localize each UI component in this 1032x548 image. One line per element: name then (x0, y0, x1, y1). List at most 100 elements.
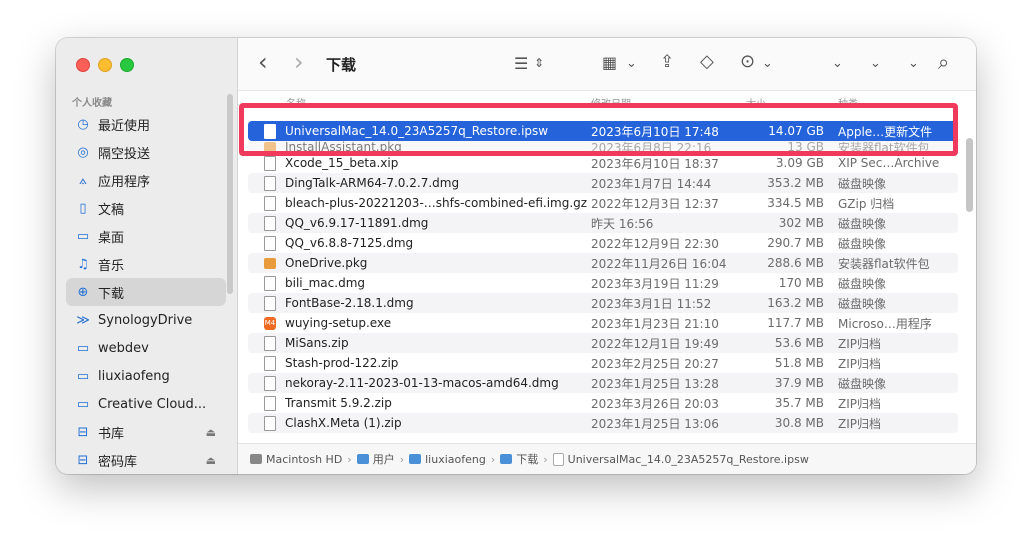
dropdown-chevron-icon[interactable]: ⌄ (908, 56, 919, 71)
column-name[interactable]: 名称 (286, 95, 306, 110)
column-size[interactable]: 大小 (746, 95, 766, 110)
sidebar-item[interactable]: ⊟ 密码库 ⏏ (66, 446, 226, 474)
zoom-button[interactable] (120, 58, 134, 72)
forward-button[interactable]: › (294, 48, 304, 76)
table-row[interactable]: OneDrive.pkg 2022年11月26日 16:04 288.6 MB 安装器… (248, 253, 958, 273)
sidebar-item-label: 最近使用 (98, 118, 151, 134)
table-row[interactable]: DingTalk-ARM64-7.0.2.7.dmg 2023年1月7日 14:4… (248, 173, 958, 193)
sidebar-item-label: 书库 (98, 426, 125, 442)
file-list-scrollbar[interactable] (966, 138, 973, 212)
airdrop-icon: ◎ (77, 144, 89, 160)
view-list-icon[interactable]: ☰ (514, 54, 528, 73)
table-row[interactable]: Stash-prod-122.zip 2023年2月25日 20:27 51.8 M… (248, 353, 958, 373)
file-icon (264, 375, 276, 391)
file-kind: 磁盘映像 (838, 236, 887, 251)
table-row[interactable]: QQ_v6.9.17-11891.dmg 昨天 16:56 302 MB 磁盘映像 (248, 213, 958, 233)
file-date: 2023年1月23日 21:10 (591, 316, 719, 331)
file-kind: 磁盘映像 (838, 176, 887, 191)
file-date: 2023年3月1日 11:52 (591, 296, 712, 311)
path-bar: Macintosh HD › 用户 › liuxiaofeng › 下载 › Universal… (238, 443, 976, 474)
file-name: OneDrive.pkg (285, 256, 368, 270)
table-row[interactable]: InstallAssistant.pkg 2023年6月8日 22:16 13 GB… (248, 141, 958, 153)
sidebar-scrollbar[interactable] (227, 94, 233, 294)
file-name: bleach-plus-20221203-…shfs-combined-efi.… (285, 196, 588, 210)
toolbar: ‹ › 下载 ☰ ⇕ ▦ ⌄ ⇪ ◇ ⊙ ⌄ ⌄ ⌄ ⌄ ⌕ (238, 38, 976, 91)
file-name: Stash-prod-122.zip (285, 356, 399, 370)
sidebar-item-label: SynologyDrive (98, 312, 193, 328)
group-chevron-icon[interactable]: ⌄ (626, 56, 637, 71)
tag-icon[interactable]: ◇ (700, 51, 714, 72)
file-name: ClashX.Meta (1).zip (285, 416, 402, 430)
table-row[interactable]: bleach-plus-20221203-…shfs-combined-efi.… (248, 193, 958, 213)
file-date: 2023年1月25日 13:06 (591, 416, 719, 431)
path-crumb[interactable]: 下载 (500, 451, 538, 467)
file-name: UniversalMac_14.0_23A5257q_Restore.ipsw (285, 124, 549, 138)
more-actions-icon[interactable]: ⊙ (740, 51, 755, 72)
file-name: Xcode_15_beta.xip (285, 156, 399, 170)
folder-icon: ▭ (76, 340, 90, 356)
file-size: 35.7 MB (774, 396, 824, 410)
back-button[interactable]: ‹ (258, 48, 268, 76)
file-icon (264, 335, 276, 351)
table-row[interactable]: M4 wuying-setup.exe 2023年1月23日 21:10 117.7 … (248, 313, 958, 333)
file-size: 53.6 MB (774, 336, 824, 350)
folder-icon (356, 454, 369, 464)
finder-window: 个人收藏 ◷ 最近使用 ◎ 隔空投送 ⟑ 应用程序 ▯ 文稿 ▭ 桌面 ♫ 音乐 ⊕ 下载 ≫ Synolog… (56, 38, 976, 474)
table-row[interactable]: nekoray-2.11-2023-01-13-macos-amd64.dmg 2… (248, 373, 958, 393)
file-date: 2023年6月10日 17:48 (591, 124, 719, 139)
file-date: 2023年3月19日 11:29 (591, 276, 719, 291)
group-icon[interactable]: ▦ (602, 53, 617, 72)
sidebar-item[interactable]: ◷ 最近使用 (66, 110, 226, 138)
table-row[interactable]: FontBase-2.18.1.dmg 2023年3月1日 11:52 163.2 … (248, 293, 958, 313)
sidebar-item[interactable]: ▭ webdev (66, 334, 226, 362)
folder-icon (409, 454, 422, 464)
sidebar-item[interactable]: ⊕ 下载 (66, 278, 226, 306)
sidebar-item[interactable]: ≫ SynologyDrive (66, 306, 226, 334)
eject-icon[interactable]: ⏏ (206, 454, 216, 467)
table-row[interactable]: Transmit 5.9.2.zip 2023年3月26日 20:03 35.7 M… (248, 393, 958, 413)
sidebar-item[interactable]: ⟑ 应用程序 (66, 166, 226, 194)
dropdown-chevron-icon[interactable]: ⌄ (832, 56, 843, 71)
sidebar-item[interactable]: ▭ 桌面 (66, 222, 226, 250)
table-row[interactable]: MiSans.zip 2022年12月1日 19:49 53.6 MB ZIP归档 (248, 333, 958, 353)
folder-icon (500, 454, 513, 464)
search-icon[interactable]: ⌕ (938, 50, 949, 74)
sidebar-item[interactable]: ◎ 隔空投送 (66, 138, 226, 166)
path-crumb[interactable]: Macintosh HD (250, 453, 342, 466)
path-crumb[interactable]: UniversalMac_14.0_23A5257q_Restore.ipsw (552, 452, 809, 466)
more-chevron-icon[interactable]: ⌄ (762, 56, 773, 71)
sidebar-item[interactable]: ⊟ 书库 ⏏ (66, 418, 226, 446)
file-kind: 磁盘映像 (838, 376, 887, 391)
table-row[interactable]: Xcode_15_beta.xip 2023年6月10日 18:37 3.09 GB… (248, 153, 958, 173)
path-crumb[interactable]: 用户 (356, 451, 395, 467)
sidebar-item[interactable]: ▯ 文稿 (66, 194, 226, 222)
column-kind[interactable]: 种类 (838, 95, 858, 110)
dropdown-chevron-icon[interactable]: ⌄ (870, 56, 881, 71)
file-kind: Microso…用程序 (838, 316, 932, 331)
file-name: FontBase-2.18.1.dmg (285, 296, 414, 310)
eject-icon[interactable]: ⏏ (206, 426, 216, 439)
sidebar-item-label: 音乐 (98, 258, 125, 274)
share-icon[interactable]: ⇪ (660, 52, 674, 72)
table-row[interactable]: ClashX.Meta (1).zip 2023年1月25日 13:06 30.8 … (248, 413, 958, 433)
table-row[interactable]: QQ_v6.8.8-7125.dmg 2022年12月9日 22:30 290.7 … (248, 233, 958, 253)
file-icon (552, 452, 564, 466)
column-date[interactable]: 修改日期 (591, 95, 631, 110)
minimize-button[interactable] (98, 58, 112, 72)
path-separator-icon: › (347, 452, 352, 466)
path-crumb-label: UniversalMac_14.0_23A5257q_Restore.ipsw (567, 452, 809, 466)
sidebar-item[interactable]: ♫ 音乐 (66, 250, 226, 278)
sidebar-item[interactable]: ▭ liuxiaofeng (66, 362, 226, 390)
sidebar-item[interactable]: ▭ Creative Cloud... (66, 390, 226, 418)
file-size: 14.07 GB (768, 124, 824, 138)
view-options-chevron-icon[interactable]: ⇕ (534, 56, 544, 70)
table-row[interactable]: bili_mac.dmg 2023年3月19日 11:29 170 MB 磁盘映像 (248, 273, 958, 293)
file-size: 13 GB (787, 141, 824, 153)
file-name: bili_mac.dmg (285, 276, 365, 290)
table-row[interactable]: UniversalMac_14.0_23A5257q_Restore.ipsw 2… (248, 121, 958, 141)
path-crumb[interactable]: liuxiaofeng (409, 453, 486, 466)
column-header: 名称 修改日期 大小 种类 (238, 90, 976, 112)
desktop-icon: ▭ (76, 228, 90, 244)
package-icon (264, 141, 276, 153)
close-button[interactable] (76, 58, 90, 72)
